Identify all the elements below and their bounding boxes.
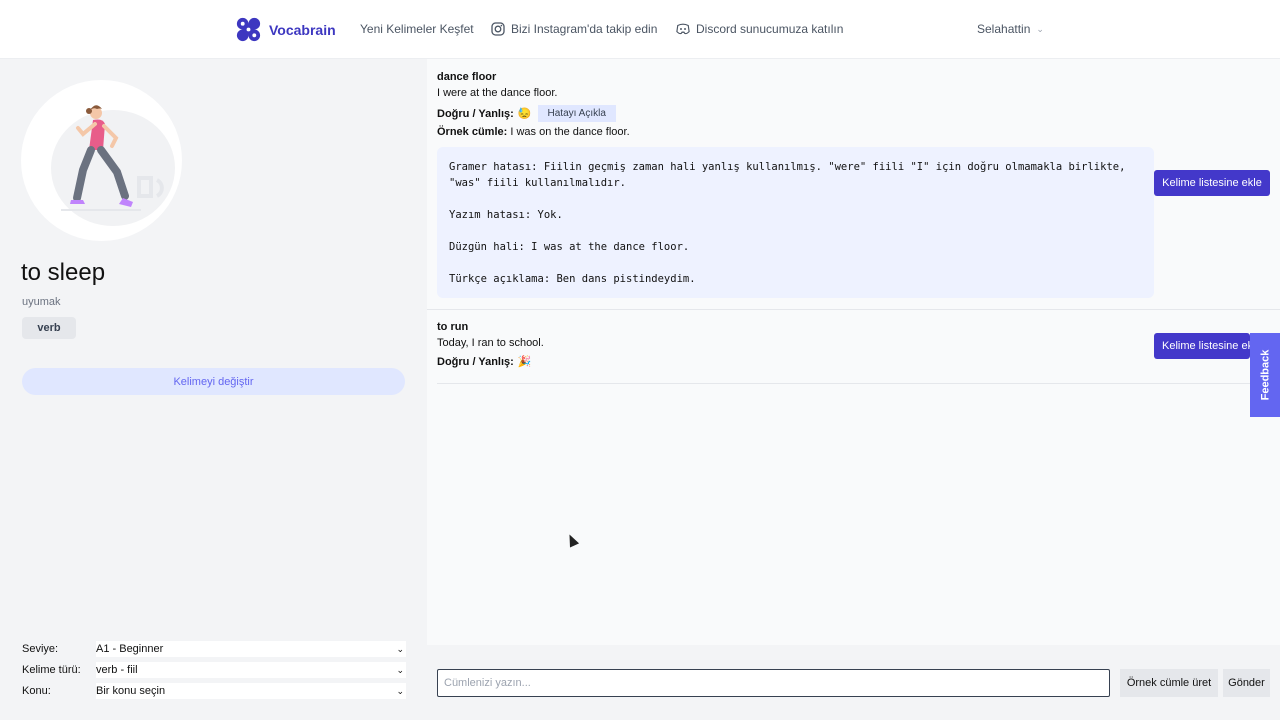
sentence-input-bar: Örnek cümle üret Gönder: [427, 645, 1280, 720]
part-of-speech-badge: verb: [22, 317, 76, 339]
level-filter-row: Seviye: A1 - Beginner ⌄: [22, 641, 406, 657]
nav-discord-link[interactable]: Discord sunucumuza katılın: [676, 22, 843, 36]
add-to-wordlist-button[interactable]: Kelime listesine ekle: [1154, 170, 1270, 196]
topic-select[interactable]: Bir konu seçin ⌄: [96, 683, 406, 699]
explain-error-button[interactable]: Hatayı Açıkla: [537, 105, 616, 122]
entry-divider: [427, 309, 1280, 310]
example-text: I was on the dance floor.: [510, 126, 630, 138]
sentence-input[interactable]: [437, 669, 1110, 697]
chevron-down-icon: ⌄: [1036, 23, 1044, 34]
change-word-button[interactable]: Kelimeyi değiştir: [22, 368, 405, 395]
verdict-label: Doğru / Yanlış:: [437, 355, 514, 368]
sad-face-icon: 😓: [517, 108, 532, 120]
word-type-label: Kelime türü:: [22, 664, 81, 676]
entry-sentence: I were at the dance floor.: [437, 87, 558, 99]
nav-discord-label: Discord sunucumuza katılın: [696, 22, 844, 36]
example-label: Örnek cümle:: [437, 126, 508, 138]
chevron-down-icon: ⌄: [396, 643, 404, 654]
entry-word: dance floor: [437, 71, 497, 83]
running-woman-icon: [51, 105, 175, 226]
nav-instagram-label: Bizi Instagram'da takip edin: [511, 22, 658, 36]
word-illustration: [21, 80, 182, 241]
entry-verdict: Doğru / Yanlış: 😓 Hatayı Açıkla: [437, 105, 630, 122]
send-button[interactable]: Gönder: [1223, 669, 1270, 697]
discord-icon: [676, 23, 690, 35]
word-panel: to sleep uyumak verb Kelimeyi değiştir S…: [0, 59, 427, 720]
brain-logo-icon: [236, 17, 261, 42]
brand-name: Vocabrain: [269, 21, 336, 38]
error-explanation-box: Gramer hatası: Fiilin geçmiş zaman hali …: [437, 147, 1154, 298]
generate-example-button[interactable]: Örnek cümle üret: [1120, 669, 1218, 697]
example-sentence: Örnek cümle: I was on the dance floor.: [437, 126, 630, 138]
chevron-down-icon: ⌄: [396, 685, 404, 696]
user-name: Selahattin: [977, 22, 1031, 36]
entry-divider: [437, 383, 1280, 384]
add-to-wordlist-button[interactable]: Kelime listesine ekle: [1154, 333, 1250, 359]
feedback-label: Feedback: [1259, 349, 1271, 401]
word-type-select[interactable]: verb - fiil ⌄: [96, 662, 406, 678]
level-label: Seviye:: [22, 643, 59, 655]
user-menu[interactable]: Selahattin ⌄: [977, 22, 1044, 36]
instagram-icon: [491, 22, 505, 36]
party-popper-icon: 🎉: [517, 356, 532, 368]
word-type-value: verb - fiil: [96, 664, 138, 676]
top-navbar: Vocabrain Yeni Kelimeler Keşfet Bizi Ins…: [0, 0, 1280, 59]
word-type-filter-row: Kelime türü: verb - fiil ⌄: [22, 662, 406, 678]
history-entry: to run Today, I ran to school. Doğru / Y…: [437, 321, 544, 368]
entry-verdict: Doğru / Yanlış: 🎉: [437, 355, 544, 369]
brand-logo-link[interactable]: Vocabrain: [234, 15, 336, 44]
history-entry: dance floor I were at the dance floor. D…: [437, 71, 630, 138]
topic-label: Konu:: [22, 685, 51, 697]
chevron-down-icon: ⌄: [396, 664, 404, 675]
entry-word: to run: [437, 321, 469, 333]
word-translation: uyumak: [22, 296, 61, 308]
topic-filter-row: Konu: Bir konu seçin ⌄: [22, 683, 406, 699]
verdict-label: Doğru / Yanlış:: [437, 107, 514, 120]
nav-discover-link[interactable]: Yeni Kelimeler Keşfet: [360, 22, 474, 36]
feedback-tab[interactable]: Feedback: [1250, 333, 1280, 417]
topic-value: Bir konu seçin: [96, 685, 166, 697]
level-select[interactable]: A1 - Beginner ⌄: [96, 641, 406, 657]
nav-discover-label: Yeni Kelimeler Keşfet: [360, 22, 474, 36]
entry-sentence: Today, I ran to school.: [437, 337, 544, 349]
word-title: to sleep: [21, 259, 106, 286]
nav-instagram-link[interactable]: Bizi Instagram'da takip edin: [491, 22, 657, 36]
sentence-history-panel: dance floor I were at the dance floor. D…: [427, 59, 1280, 645]
level-value: A1 - Beginner: [96, 643, 164, 655]
